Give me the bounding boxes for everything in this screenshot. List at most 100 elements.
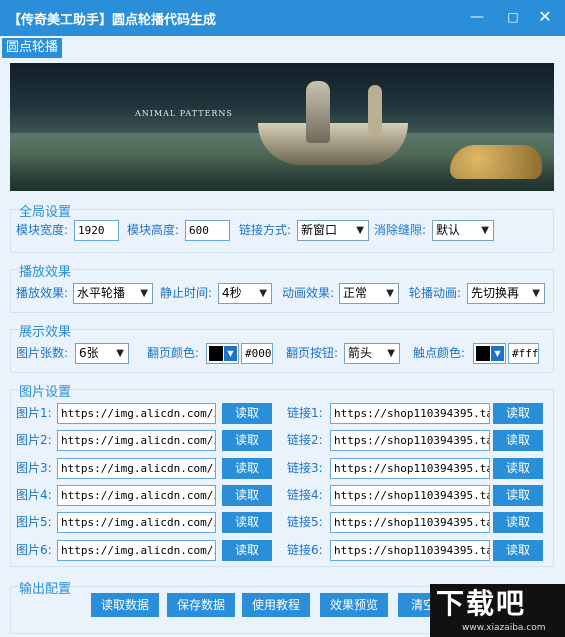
banner-swan-neck — [368, 85, 382, 135]
image-5-url-input[interactable]: https://img.alicdn.com/img — [57, 512, 216, 533]
page-button-label: 翻页按钮: — [286, 346, 339, 360]
chevron-down-icon: ▼ — [532, 288, 540, 299]
image-4-read-button[interactable]: 读取 — [222, 485, 272, 506]
chevron-down-icon: ▼ — [491, 346, 504, 361]
module-height-label: 模块高度: — [127, 223, 180, 237]
image-4-url-input[interactable]: https://img.alicdn.com/img — [57, 485, 216, 506]
link-2-label: 链接2: — [287, 433, 323, 447]
image-count-label: 图片张数: — [16, 346, 69, 360]
banner-model — [306, 81, 330, 143]
link-6-url-input[interactable]: https://shop110394395.taob — [330, 540, 490, 561]
chevron-down-icon: ▼ — [140, 288, 148, 299]
link-3-read-button[interactable]: 读取 — [493, 458, 543, 479]
window-title: 【传奇美工助手】圆点轮播代码生成 — [8, 13, 217, 28]
maximize-button[interactable]: □ — [498, 6, 528, 28]
still-time-label: 静止时间: — [160, 286, 213, 300]
image-1-read-button[interactable]: 读取 — [222, 403, 272, 424]
global-settings-title: 全局设置 — [19, 201, 72, 220]
module-height-input[interactable]: 600 — [185, 220, 230, 241]
remove-gap-value: 默认 — [436, 223, 461, 237]
link-4-read-button[interactable]: 读取 — [493, 485, 543, 506]
link-6-read-button[interactable]: 读取 — [493, 540, 543, 561]
preview-button[interactable]: 效果预览 — [320, 593, 388, 617]
chevron-down-icon: ▼ — [259, 288, 267, 299]
link-5-label: 链接5: — [287, 515, 323, 529]
watermark-logo: 下载吧 www.xiazaiba.com — [430, 584, 565, 637]
read-data-button[interactable]: 读取数据 — [91, 593, 159, 617]
dot-color-input[interactable]: #ffff — [508, 343, 539, 364]
tab-dot-carousel[interactable]: 圆点轮播 — [2, 38, 63, 58]
link-2-url-input[interactable]: https://shop110394395.taob — [330, 430, 490, 451]
link-5-read-button[interactable]: 读取 — [493, 512, 543, 533]
image-6-read-button[interactable]: 读取 — [222, 540, 272, 561]
image-count-select[interactable]: 6张 ▼ — [75, 343, 129, 364]
link-mode-select[interactable]: 新窗口 ▼ — [297, 220, 369, 241]
chevron-down-icon: ▼ — [481, 225, 489, 236]
close-button[interactable]: ✕ — [530, 6, 560, 28]
link-3-url-input[interactable]: https://shop110394395.taob — [330, 458, 490, 479]
image-5-label: 图片5: — [16, 515, 52, 529]
image-2-url-input[interactable]: https://img.alicdn.com/img — [57, 430, 216, 451]
link-4-label: 链接4: — [287, 488, 323, 502]
image-1-label: 图片1: — [16, 406, 52, 420]
link-4-url-input[interactable]: https://shop110394395.taob — [330, 485, 490, 506]
dot-color-swatch — [476, 346, 490, 361]
dot-color-label: 触点颜色: — [413, 346, 466, 360]
display-title: 展示效果 — [19, 321, 72, 340]
page-color-swatch — [209, 346, 223, 361]
banner-leopard — [450, 145, 542, 179]
play-effect-value: 水平轮播 — [77, 286, 126, 300]
image-5-read-button[interactable]: 读取 — [222, 512, 272, 533]
animation-effect-select[interactable]: 正常 ▼ — [339, 283, 399, 304]
dot-color-picker[interactable]: ▼ — [473, 343, 506, 364]
image-settings-title: 图片设置 — [19, 381, 72, 400]
playback-title: 播放效果 — [19, 261, 72, 280]
title-bar: 【传奇美工助手】圆点轮播代码生成 — □ ✕ — [0, 0, 565, 36]
animation-effect-label: 动画效果: — [282, 286, 335, 300]
link-1-read-button[interactable]: 读取 — [493, 403, 543, 424]
play-effect-label: 播放效果: — [16, 286, 69, 300]
still-time-value: 4秒 — [222, 286, 242, 300]
image-6-label: 图片6: — [16, 543, 52, 557]
save-data-button[interactable]: 保存数据 — [167, 593, 235, 617]
image-1-url-input[interactable]: https://img.alicdn.com/img — [57, 403, 216, 424]
still-time-select[interactable]: 4秒 ▼ — [218, 283, 272, 304]
link-1-label: 链接1: — [287, 406, 323, 420]
watermark-url: www.xiazaiba.com — [462, 623, 546, 633]
image-3-url-input[interactable]: https://img.alicdn.com/img — [57, 458, 216, 479]
banner-preview: ANIMAL PATTERNS — [10, 63, 554, 191]
carousel-animation-label: 轮播动画: — [409, 286, 462, 300]
remove-gap-label: 消除缝隙: — [374, 223, 427, 237]
module-width-label: 模块宽度: — [16, 223, 69, 237]
link-5-url-input[interactable]: https://shop110394395.taob — [330, 512, 490, 533]
tutorial-button[interactable]: 使用教程 — [242, 593, 310, 617]
image-6-url-input[interactable]: https://img.alicdn.com/img — [57, 540, 216, 561]
link-6-label: 链接6: — [287, 543, 323, 557]
chevron-down-icon: ▼ — [116, 348, 124, 359]
module-width-input[interactable]: 1920 — [74, 220, 119, 241]
remove-gap-select[interactable]: 默认 ▼ — [432, 220, 494, 241]
chevron-down-icon: ▼ — [386, 288, 394, 299]
image-count-value: 6张 — [79, 346, 99, 360]
image-3-read-button[interactable]: 读取 — [222, 458, 272, 479]
link-mode-value: 新窗口 — [301, 223, 338, 237]
animation-effect-value: 正常 — [343, 286, 368, 300]
page-button-select[interactable]: 箭头 ▼ — [344, 343, 400, 364]
minimize-button[interactable]: — — [462, 6, 492, 28]
page-color-picker[interactable]: ▼ — [206, 343, 239, 364]
page-color-label: 翻页颜色: — [147, 346, 200, 360]
chevron-down-icon: ▼ — [356, 225, 364, 236]
link-2-read-button[interactable]: 读取 — [493, 430, 543, 451]
carousel-animation-select[interactable]: 先切换再 ▼ — [467, 283, 545, 304]
link-mode-label: 链接方式: — [239, 223, 292, 237]
play-effect-select[interactable]: 水平轮播 ▼ — [73, 283, 153, 304]
image-3-label: 图片3: — [16, 461, 52, 475]
watermark-text: 下载吧 — [436, 587, 527, 620]
link-1-url-input[interactable]: https://shop110394395.taob — [330, 403, 490, 424]
main-panel: 圆点轮播 ANIMAL PATTERNS 全局设置 模块宽度: 1920 模块高… — [0, 36, 565, 637]
page-color-input[interactable]: #0000 — [241, 343, 273, 364]
banner-swan-boat — [258, 123, 408, 165]
image-2-label: 图片2: — [16, 433, 52, 447]
chevron-down-icon: ▼ — [224, 346, 237, 361]
image-2-read-button[interactable]: 读取 — [222, 430, 272, 451]
